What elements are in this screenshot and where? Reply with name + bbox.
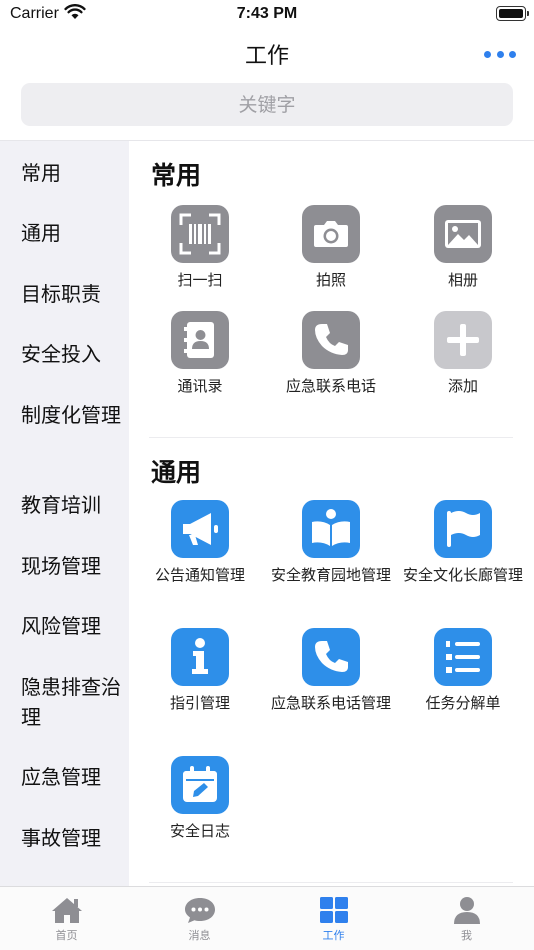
phone-icon — [302, 628, 360, 686]
barcode-scan-icon — [171, 205, 229, 263]
section-title-general: 通用 — [151, 458, 202, 487]
contacts-book-icon — [171, 311, 229, 369]
tab-label: 首页 — [55, 929, 78, 942]
tab-me[interactable]: 我 — [400, 887, 533, 950]
tab-messages[interactable]: 消息 — [133, 887, 266, 950]
status-bar: Carrier 7:43 PM — [0, 0, 534, 30]
tile-contacts[interactable]: 通讯录 — [135, 311, 265, 397]
section-divider — [149, 882, 513, 883]
tile-label: 公告通知管理 — [154, 566, 245, 584]
tile-safety-culture[interactable]: 安全文化长廊管理 — [398, 500, 528, 586]
page-title: 工作 — [244, 44, 289, 69]
battery-icon — [496, 6, 529, 21]
info-icon — [171, 628, 229, 686]
sidebar-item-site-management[interactable]: 现场管理 — [21, 551, 121, 581]
tile-safety-log[interactable]: 安全日志 — [135, 756, 265, 842]
tile-label: 安全文化长廊管理 — [402, 566, 523, 584]
tile-guidance[interactable]: 指引管理 — [135, 628, 265, 714]
tab-label: 工作 — [322, 929, 345, 942]
tile-task-breakdown[interactable]: 任务分解单 — [398, 628, 528, 714]
section-divider — [149, 437, 513, 438]
tile-label: 应急联系电话管理 — [270, 694, 391, 712]
flag-icon — [434, 500, 492, 558]
section-title-common: 常用 — [151, 161, 202, 190]
numbered-list-icon — [434, 628, 492, 686]
tile-label: 安全日志 — [169, 822, 230, 840]
tile-label: 通讯录 — [177, 377, 223, 395]
tile-add[interactable]: 添加 — [398, 311, 528, 397]
sidebar-item-accident-management[interactable]: 事故管理 — [21, 823, 121, 853]
tile-label: 任务分解单 — [425, 694, 501, 712]
sidebar-item-emergency-management[interactable]: 应急管理 — [21, 762, 121, 792]
chat-bubble-icon — [184, 898, 215, 923]
more-options-button[interactable] — [484, 48, 516, 60]
tile-album[interactable]: 相册 — [398, 205, 528, 291]
tile-scan[interactable]: 扫一扫 — [135, 205, 265, 291]
search-input[interactable] — [21, 83, 513, 126]
more-dots-icon — [484, 50, 491, 58]
home-icon — [51, 898, 82, 923]
sidebar-item-hazard-governance[interactable]: 隐患排查治理 — [21, 672, 121, 732]
tab-label: 我 — [461, 929, 472, 942]
tile-label: 扫一扫 — [177, 271, 223, 289]
megaphone-icon — [171, 500, 229, 558]
camera-icon — [302, 205, 360, 263]
work-content: 常用 扫一扫 拍照 相册 通讯录 应急联系电话 添加 通用 公告通知管理 安全教… — [129, 141, 534, 886]
tile-safety-education[interactable]: 安全教育园地管理 — [266, 500, 396, 586]
tile-label: 安全教育园地管理 — [270, 566, 391, 584]
tile-label: 拍照 — [315, 271, 346, 289]
reading-book-icon — [302, 500, 360, 558]
sidebar-item-goals[interactable]: 目标职责 — [21, 279, 121, 309]
tile-label: 添加 — [447, 377, 478, 395]
sidebar-item-common[interactable]: 常用 — [21, 158, 121, 188]
tile-camera[interactable]: 拍照 — [266, 205, 396, 291]
grid-icon — [319, 897, 348, 923]
tile-label: 指引管理 — [169, 694, 230, 712]
tab-work[interactable]: 工作 — [267, 887, 400, 950]
user-icon — [453, 897, 480, 924]
tab-bar: 首页 消息 工作 我 — [0, 886, 534, 950]
tab-label: 消息 — [188, 929, 211, 942]
sidebar-item-training[interactable]: 教育培训 — [21, 490, 121, 520]
sidebar-item-general[interactable]: 通用 — [21, 218, 121, 248]
tile-announcements[interactable]: 公告通知管理 — [135, 500, 265, 586]
sidebar-item-safety-investment[interactable]: 安全投入 — [21, 339, 121, 369]
category-sidebar: 常用 通用 目标职责 安全投入 制度化管理 教育培训 现场管理 风险管理 隐患排… — [0, 141, 129, 886]
phone-icon — [302, 311, 360, 369]
image-icon — [434, 205, 492, 263]
status-time: 7:43 PM — [236, 5, 298, 22]
tile-emergency-phone[interactable]: 应急联系电话 — [266, 311, 396, 397]
sidebar-item-risk-management[interactable]: 风险管理 — [21, 611, 121, 641]
calendar-edit-icon — [171, 756, 229, 814]
plus-icon — [434, 311, 492, 369]
tile-label: 相册 — [447, 271, 478, 289]
tab-home[interactable]: 首页 — [0, 887, 133, 950]
sidebar-item-institutional-management[interactable]: 制度化管理 — [21, 400, 121, 430]
tile-label: 应急联系电话 — [285, 377, 376, 395]
tile-emergency-phone-management[interactable]: 应急联系电话管理 — [266, 628, 396, 714]
